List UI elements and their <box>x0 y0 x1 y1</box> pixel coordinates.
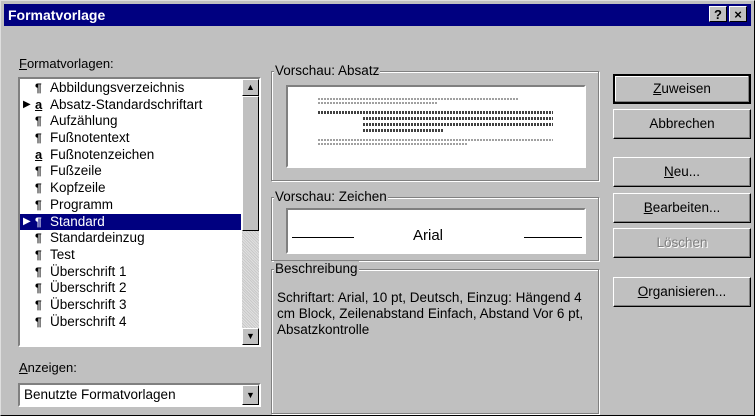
list-item[interactable]: ¶ Überschrift 4 <box>20 314 241 331</box>
delete-button[interactable]: Löschen <box>613 228 751 258</box>
list-item[interactable]: ▶ a Absatz-Standardschriftart <box>20 97 241 114</box>
show-label-rest: nzeigen: <box>27 360 77 375</box>
list-item[interactable]: ¶ Fußzeile <box>20 163 241 180</box>
paragraph-style-icon: ¶ <box>35 181 42 196</box>
title-bar: Formatvorlage ? × <box>4 4 751 26</box>
paragraph-style-icon: ¶ <box>35 281 42 296</box>
show-combobox[interactable]: Benutzte Formatvorlagen ▼ <box>18 383 261 407</box>
list-item[interactable]: ¶ Kopfzeile <box>20 180 241 197</box>
new-button[interactable]: Neu... <box>613 157 751 187</box>
paragraph-style-icon: ¶ <box>35 197 42 212</box>
list-item-marker-icon: ▶ <box>23 215 31 227</box>
paragraph-style-icon: ¶ <box>35 114 42 129</box>
list-item-label: Abbildungsverzeichnis <box>50 80 185 95</box>
list-item[interactable]: ¶ Abbildungsverzeichnis <box>20 80 241 97</box>
list-item-label: Programm <box>50 196 114 212</box>
dialog-title: Formatvorlage <box>8 7 106 23</box>
apply-button[interactable]: Zuweisen <box>613 74 751 104</box>
char-preview-group: Vorschau: Zeichen Arial <box>271 189 599 261</box>
list-item-label: Test <box>50 246 75 262</box>
list-item-label: Überschrift 4 <box>50 313 127 329</box>
show-dropdown-button[interactable]: ▼ <box>242 385 259 405</box>
list-item[interactable]: ¶ Test <box>20 247 241 264</box>
paragraph-style-icon: ¶ <box>35 314 42 329</box>
styles-list-label-mnemonic: F <box>19 56 27 71</box>
scroll-up-button[interactable]: ▲ <box>242 79 259 96</box>
styles-list-label-rest: ormatvorlagen: <box>26 56 114 71</box>
list-item[interactable]: ▶ ¶ Standard <box>20 213 241 231</box>
list-item-label: Standard <box>50 213 105 229</box>
edit-button-mnemonic: B <box>643 200 653 215</box>
list-item-label: Überschrift 3 <box>50 296 127 312</box>
styles-list-items: ¶ Abbildungsverzeichnis ▶ a Absatz-Standards… <box>20 80 241 330</box>
scroll-thumb[interactable] <box>242 96 259 231</box>
show-label: Anzeigen: <box>19 360 77 375</box>
show-label-mnemonic: A <box>19 360 28 375</box>
character-style-icon: a <box>35 96 43 112</box>
char-preview-title: Vorschau: Zeichen <box>274 189 388 204</box>
list-item-label: Standardeinzug <box>50 230 145 246</box>
list-item[interactable]: ¶ Überschrift 3 <box>20 297 241 314</box>
description-text: Schriftart: Arial, 10 pt, Deutsch, Einzu… <box>277 290 584 337</box>
edit-button-rest: earbeiten... <box>652 200 721 215</box>
style-dialog: Formatvorlage ? × Formatvorlagen: ¶ Abbil… <box>0 0 755 416</box>
organize-button-mnemonic: O <box>637 284 649 299</box>
organize-button-rest: rganisieren... <box>648 284 727 299</box>
styles-listbox[interactable]: ¶ Abbildungsverzeichnis ▶ a Absatz-Standards… <box>18 77 261 347</box>
description-group: Beschreibung Schriftart: Arial, 10 pt, D… <box>271 261 599 414</box>
paragraph-preview-title: Vorschau: Absatz <box>274 63 381 78</box>
paragraph-style-icon: ¶ <box>35 214 42 229</box>
new-button-mnemonic: N <box>663 164 674 179</box>
edit-button[interactable]: Bearbeiten... <box>613 193 751 223</box>
list-item[interactable]: ¶ Überschrift 1 <box>20 264 241 281</box>
help-button[interactable]: ? <box>709 6 727 22</box>
apply-button-rest: uweisen <box>661 81 711 96</box>
close-button[interactable]: × <box>729 6 747 22</box>
paragraph-style-icon: ¶ <box>35 264 42 279</box>
list-item-marker-icon: ▶ <box>23 98 31 110</box>
paragraph-style-icon: ¶ <box>35 231 42 246</box>
char-preview-box: Arial <box>286 208 586 254</box>
paragraph-preview-group: Vorschau: Absatz <box>271 63 599 181</box>
paragraph-style-icon: ¶ <box>35 164 42 179</box>
styles-list-scrollbar[interactable]: ▲ ▼ <box>242 79 259 345</box>
list-item[interactable]: ¶ Fußnotentext <box>20 130 241 147</box>
list-item-label: Überschrift 2 <box>50 280 127 296</box>
new-button-rest: eu... <box>673 164 701 179</box>
list-item[interactable]: ¶ Überschrift 2 <box>20 280 241 297</box>
paragraph-style-icon: ¶ <box>35 297 42 312</box>
list-item[interactable]: ¶ Aufzählung <box>20 113 241 130</box>
paragraph-preview-box <box>286 85 586 168</box>
list-item[interactable]: ¶ Programm <box>20 197 241 214</box>
styles-list-label: Formatvorlagen: <box>19 56 114 71</box>
paragraph-style-icon: ¶ <box>35 131 42 146</box>
list-item-label: Aufzählung <box>50 113 118 129</box>
character-style-icon: a <box>35 146 43 162</box>
list-item-label: Absatz-Standardschriftart <box>50 96 203 112</box>
list-item-label: Fußnotenzeichen <box>50 146 155 162</box>
show-combobox-value: Benutzte Formatvorlagen <box>24 387 176 402</box>
scroll-down-button[interactable]: ▼ <box>242 328 259 345</box>
organize-button[interactable]: Organisieren... <box>613 277 751 307</box>
list-item-label: Kopfzeile <box>50 180 106 196</box>
list-item[interactable]: ¶ Standardeinzug <box>20 230 241 247</box>
paragraph-style-icon: ¶ <box>35 247 42 262</box>
paragraph-style-icon: ¶ <box>35 81 42 95</box>
description-title: Beschreibung <box>274 261 359 276</box>
char-preview-sample: Arial <box>413 227 444 244</box>
list-item-label: Fußnotentext <box>50 130 130 146</box>
cancel-button[interactable]: Abbrechen <box>613 109 751 139</box>
list-item[interactable]: a Fußnotenzeichen <box>20 147 241 164</box>
list-item-label: Fußzeile <box>50 163 102 179</box>
list-item-label: Überschrift 1 <box>50 263 127 279</box>
